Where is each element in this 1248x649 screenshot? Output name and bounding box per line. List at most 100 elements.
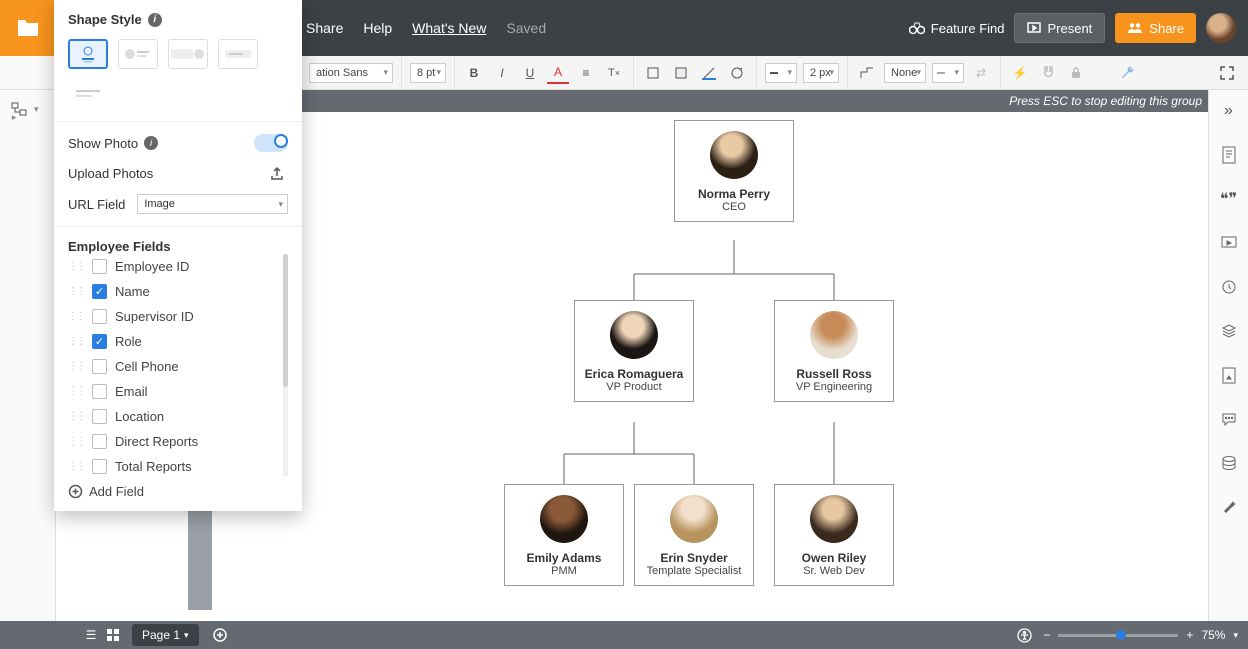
- wrench-button[interactable]: [1117, 62, 1139, 84]
- org-card-pmm[interactable]: Emily Adams PMM: [504, 484, 624, 586]
- font-size-select[interactable]: 8 pt: [410, 63, 446, 83]
- show-photo-toggle[interactable]: [254, 134, 288, 152]
- drag-handle-icon[interactable]: ⋮⋮: [68, 411, 84, 422]
- menu-help[interactable]: Help: [363, 20, 392, 36]
- fullscreen-button[interactable]: [1216, 62, 1238, 84]
- url-field-select[interactable]: Image: [137, 194, 288, 214]
- italic-button[interactable]: I: [491, 62, 513, 84]
- field-checkbox[interactable]: [92, 309, 107, 324]
- history-icon[interactable]: [1218, 276, 1240, 298]
- align-button[interactable]: ≡: [575, 62, 597, 84]
- field-row[interactable]: ⋮⋮ Supervisor ID: [68, 304, 288, 329]
- menu-share[interactable]: Share: [306, 20, 343, 36]
- field-checkbox[interactable]: [92, 434, 107, 449]
- underline-button[interactable]: U: [519, 62, 541, 84]
- style-card-photo-left[interactable]: [118, 39, 158, 69]
- drag-handle-icon[interactable]: ⋮⋮: [68, 361, 84, 372]
- drag-handle-icon[interactable]: ⋮⋮: [68, 336, 84, 347]
- text-color-button[interactable]: A: [547, 62, 569, 84]
- lock-button[interactable]: [1065, 62, 1087, 84]
- avatar-icon: [670, 495, 718, 543]
- org-card-vp-engineering[interactable]: Russell Ross VP Engineering: [774, 300, 894, 402]
- zoom-out-button[interactable]: −: [1043, 628, 1050, 642]
- field-row[interactable]: ⋮⋮ Employee ID: [68, 254, 288, 279]
- line-color-button[interactable]: [698, 62, 720, 84]
- notes-icon[interactable]: [1218, 144, 1240, 166]
- avatar-icon: [540, 495, 588, 543]
- share-button[interactable]: Share: [1115, 13, 1196, 43]
- accessibility-icon[interactable]: [1013, 624, 1035, 646]
- style-card-trailing-toggle[interactable]: [168, 39, 208, 69]
- present-panel-icon[interactable]: [1218, 232, 1240, 254]
- chat-icon[interactable]: [1218, 408, 1240, 430]
- zoom-in-button[interactable]: +: [1186, 628, 1193, 642]
- field-checkbox[interactable]: [92, 409, 107, 424]
- upload-icon[interactable]: [266, 162, 288, 184]
- field-checkbox[interactable]: [92, 384, 107, 399]
- magic-button[interactable]: ⚡: [1009, 62, 1031, 84]
- grid-view-icon[interactable]: [102, 624, 124, 646]
- arrow-end-select[interactable]: [932, 63, 964, 83]
- present-button[interactable]: Present: [1014, 13, 1105, 43]
- line-style-select[interactable]: [765, 63, 797, 83]
- drag-handle-icon[interactable]: ⋮⋮: [68, 261, 84, 272]
- field-row[interactable]: ⋮⋮ Email: [68, 379, 288, 404]
- layers-icon[interactable]: [1218, 320, 1240, 342]
- drag-handle-icon[interactable]: ⋮⋮: [68, 386, 84, 397]
- drag-handle-icon[interactable]: ⋮⋮: [68, 436, 84, 447]
- master-pages-icon[interactable]: [1218, 364, 1240, 386]
- drag-handle-icon[interactable]: ⋮⋮: [68, 311, 84, 322]
- org-card-sr-web-dev[interactable]: Owen Riley Sr. Web Dev: [774, 484, 894, 586]
- arrow-start-select[interactable]: None: [884, 63, 926, 83]
- zoom-slider[interactable]: [1058, 634, 1178, 637]
- field-label: Name: [115, 284, 150, 299]
- user-avatar[interactable]: [1206, 13, 1236, 43]
- sparkle-icon[interactable]: [1218, 496, 1240, 518]
- style-card-text-lines[interactable]: [68, 79, 108, 109]
- fill-button[interactable]: [642, 62, 664, 84]
- style-card-photo-top[interactable]: [68, 39, 108, 69]
- line-width-select[interactable]: 2 px: [803, 63, 839, 83]
- people-icon: [1127, 22, 1143, 34]
- field-checkbox[interactable]: ✓: [92, 284, 107, 299]
- feature-find-button[interactable]: Feature Find: [909, 21, 1005, 36]
- info-icon[interactable]: i: [144, 136, 158, 150]
- shape-options-button[interactable]: [726, 62, 748, 84]
- field-row[interactable]: ⋮⋮ ✓ Role: [68, 329, 288, 354]
- field-row[interactable]: ⋮⋮ Location: [68, 404, 288, 429]
- field-row[interactable]: ⋮⋮ Cell Phone: [68, 354, 288, 379]
- field-checkbox[interactable]: [92, 459, 107, 474]
- drag-handle-icon[interactable]: ⋮⋮: [68, 286, 84, 297]
- comments-icon[interactable]: ❝❞: [1218, 188, 1240, 210]
- field-checkbox[interactable]: [92, 259, 107, 274]
- data-icon[interactable]: [1218, 452, 1240, 474]
- list-view-icon[interactable]: ☰: [80, 624, 102, 646]
- scrollbar-thumb[interactable]: [283, 254, 288, 387]
- menu-whats-new[interactable]: What's New: [412, 20, 486, 36]
- field-checkbox[interactable]: [92, 359, 107, 374]
- connector-type-button[interactable]: [856, 62, 878, 84]
- bold-button[interactable]: B: [463, 62, 485, 84]
- page-tab[interactable]: Page 1 ▾: [132, 624, 199, 646]
- canvas[interactable]: Norma Perry CEO Erica Romaguera VP Produ…: [216, 112, 1208, 621]
- drag-handle-icon[interactable]: ⋮⋮: [68, 461, 84, 472]
- add-field-button[interactable]: Add Field: [68, 476, 288, 499]
- field-row[interactable]: ⋮⋮ Direct Reports: [68, 429, 288, 454]
- border-button[interactable]: [670, 62, 692, 84]
- swap-arrows-button[interactable]: ⇄: [970, 62, 992, 84]
- field-row[interactable]: ⋮⋮ ✓ Name: [68, 279, 288, 304]
- info-icon[interactable]: i: [148, 13, 162, 27]
- zoom-level[interactable]: 75%: [1201, 628, 1225, 642]
- field-row[interactable]: ⋮⋮ Total Reports: [68, 454, 288, 476]
- app-logo[interactable]: [0, 0, 56, 56]
- font-select[interactable]: ation Sans: [309, 63, 393, 83]
- collapse-right-icon[interactable]: »: [1218, 100, 1240, 122]
- org-card-ceo[interactable]: Norma Perry CEO: [674, 120, 794, 222]
- magnet-button[interactable]: [1037, 62, 1059, 84]
- add-page-button[interactable]: [209, 624, 231, 646]
- org-card-vp-product[interactable]: Erica Romaguera VP Product: [574, 300, 694, 402]
- clear-format-button[interactable]: T×: [603, 62, 625, 84]
- org-card-template-specialist[interactable]: Erin Snyder Template Specialist: [634, 484, 754, 586]
- field-checkbox[interactable]: ✓: [92, 334, 107, 349]
- style-card-label-only[interactable]: [218, 39, 258, 69]
